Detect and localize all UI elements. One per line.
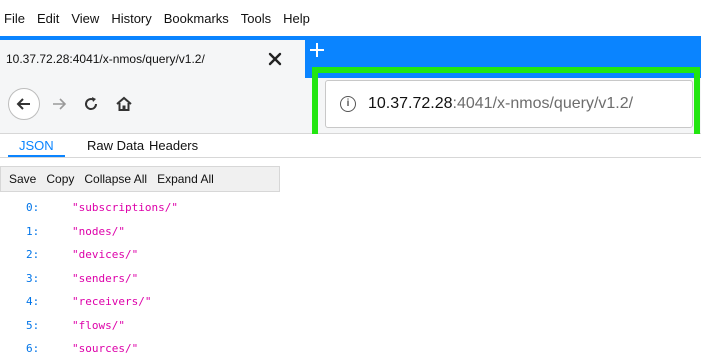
info-icon[interactable]: i <box>340 96 356 112</box>
json-key: 2: <box>26 248 40 261</box>
save-button[interactable]: Save <box>1 171 41 187</box>
json-key: 0: <box>26 201 40 214</box>
json-toolbar: Save Copy Collapse All Expand All <box>0 166 280 192</box>
menu-help[interactable]: Help <box>277 10 316 28</box>
url-text: 10.37.72.28:4041/x-nmos/query/v1.2/ <box>368 95 633 113</box>
home-button[interactable] <box>108 88 140 120</box>
menu-bar: File Edit View History Bookmarks Tools H… <box>0 0 701 40</box>
plus-icon <box>310 43 324 57</box>
json-row[interactable]: 3: "senders/" <box>0 267 701 291</box>
back-button[interactable] <box>8 88 40 120</box>
close-icon[interactable] <box>265 49 285 69</box>
reload-icon <box>85 97 98 110</box>
copy-button[interactable]: Copy <box>41 171 79 187</box>
menu-file[interactable]: File <box>0 10 31 28</box>
json-row[interactable]: 2: "devices/" <box>0 243 701 267</box>
active-tab-indicator <box>8 155 65 157</box>
url-bar[interactable]: i 10.37.72.28:4041/x-nmos/query/v1.2/ <box>325 80 693 128</box>
json-value: "receivers/" <box>72 295 152 308</box>
json-row[interactable]: 6: "sources/" <box>0 337 701 358</box>
json-key: 3: <box>26 271 40 285</box>
json-key: 5: <box>26 318 40 332</box>
reload-button[interactable] <box>75 88 107 120</box>
url-host: 10.37.72.28 <box>368 95 453 112</box>
url-path: :4041/x-nmos/query/v1.2/ <box>452 95 634 112</box>
menu-bookmarks[interactable]: Bookmarks <box>158 10 235 28</box>
forward-button[interactable] <box>43 88 75 120</box>
tab-title: 10.37.72.28:4041/x-nmos/query/v1.2/ <box>6 52 205 66</box>
json-row[interactable]: 1: "nodes/" <box>0 220 701 244</box>
json-value: "flows/" <box>72 318 125 332</box>
menu-view[interactable]: View <box>65 10 105 28</box>
json-row[interactable]: 5: "flows/" <box>0 314 701 338</box>
json-key: 1: <box>26 224 40 238</box>
tab-raw-data[interactable]: Raw Data <box>87 138 144 154</box>
json-row[interactable]: 4: "receivers/" <box>0 290 701 314</box>
json-key: 4: <box>26 295 40 308</box>
tab-headers[interactable]: Headers <box>149 138 198 154</box>
json-value: "senders/" <box>72 271 139 285</box>
json-value: "sources/" <box>72 342 139 355</box>
json-viewer-tabs: JSON Raw Data Headers <box>0 134 701 158</box>
expand-all-button[interactable]: Expand All <box>152 171 219 187</box>
back-arrow-icon <box>16 98 30 110</box>
json-value: "subscriptions/" <box>72 201 178 214</box>
new-tab-button[interactable] <box>306 41 328 63</box>
json-row[interactable]: 0: "subscriptions/" <box>0 196 701 220</box>
json-value: "devices/" <box>72 248 139 261</box>
forward-arrow-icon <box>53 98 67 110</box>
menu-edit[interactable]: Edit <box>31 10 65 28</box>
home-icon <box>116 96 132 111</box>
json-value: "nodes/" <box>72 224 125 238</box>
json-list: 0: "subscriptions/" 1: "nodes/" 2: "devi… <box>0 196 701 358</box>
menu-history[interactable]: History <box>105 10 157 28</box>
browser-window: File Edit View History Bookmarks Tools H… <box>0 0 701 358</box>
tab-json[interactable]: JSON <box>19 138 54 154</box>
json-key: 6: <box>26 342 40 355</box>
menu-tools[interactable]: Tools <box>235 10 277 28</box>
browser-tab[interactable]: 10.37.72.28:4041/x-nmos/query/v1.2/ <box>0 40 305 78</box>
collapse-all-button[interactable]: Collapse All <box>79 171 152 187</box>
